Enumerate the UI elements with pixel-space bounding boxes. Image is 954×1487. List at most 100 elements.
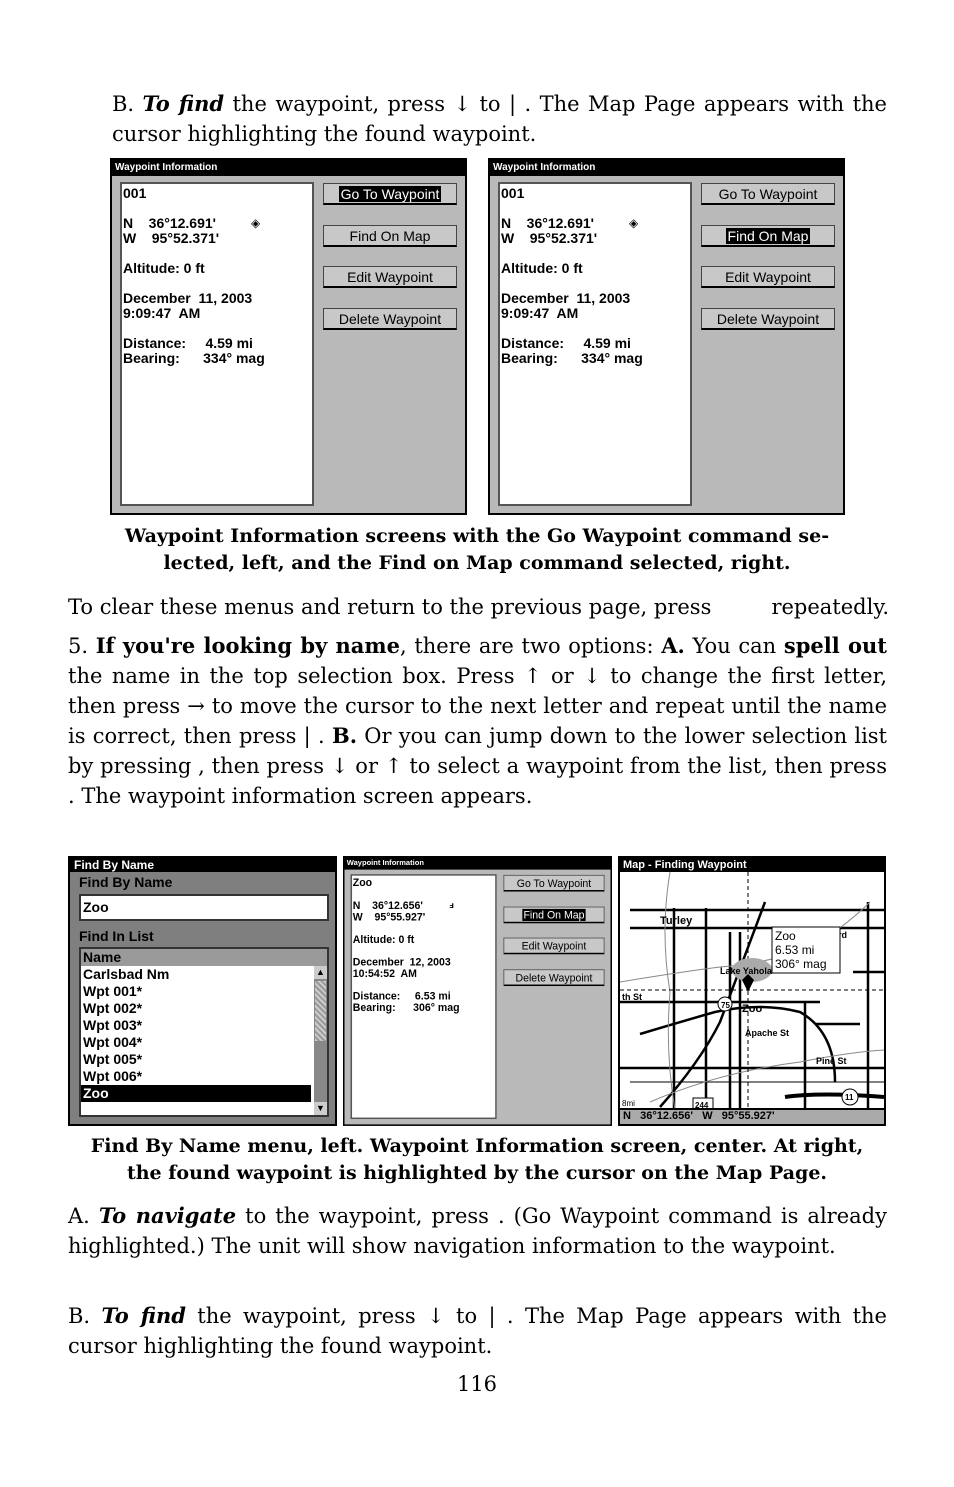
screen-title: Find By Name	[70, 858, 335, 872]
list-item[interactable]: Wpt 002*	[81, 1000, 311, 1017]
list-item[interactable]: Wpt 003*	[81, 1017, 311, 1034]
altitude: Altitude: 0 ft	[123, 260, 205, 276]
scrollbar[interactable]: ▲ ▼	[314, 966, 327, 1115]
page-number: 116	[456, 1372, 498, 1396]
status-lon: W 95°55.927'	[702, 1110, 775, 1122]
find-on-map-button[interactable]: Find On Map	[503, 906, 605, 923]
waypoint-details: Zoo N 36°12.656' ⅎ W 95°55.927' Altitude:…	[350, 874, 497, 1120]
text-run: |	[508, 92, 525, 116]
popup-line: Zoo	[775, 929, 796, 943]
button-label: Go To Waypoint	[718, 186, 818, 202]
figure-caption-2: Find By Name menu, left. Waypoint Inform…	[60, 1133, 894, 1187]
waypoint-info-screen-center-wrap: Waypoint Information Zoo N 36°12.656' ⅎ W…	[343, 856, 612, 1126]
text-run: To navigate	[98, 1203, 237, 1228]
find-by-name-screen: Find By Name Find By Name Zoo Find In Li…	[68, 856, 337, 1126]
find-on-map-button[interactable]: Find On Map	[323, 224, 457, 247]
screen-title: Map - Finding Waypoint	[620, 858, 884, 872]
delete-waypoint-button[interactable]: Delete Waypoint	[503, 969, 605, 986]
text-run: To clear these menus and return to the p…	[68, 595, 890, 619]
list-item[interactable]: Wpt 006*	[81, 1068, 311, 1085]
waypoint-list[interactable]: Name Carlsbad Nm Wpt 001* Wpt 002* Wpt 003*…	[79, 947, 329, 1117]
text-run: If you're looking by name	[95, 633, 400, 658]
text-run: B.	[68, 1304, 102, 1328]
text-run: A.	[661, 633, 685, 658]
scroll-thumb[interactable]	[315, 981, 326, 1041]
section-label: Find In List	[79, 928, 154, 944]
time: 9:09:47 AM	[501, 305, 579, 321]
distance: Distance: 4.59 mi	[123, 335, 253, 351]
go-to-waypoint-button[interactable]: Go To Waypoint	[503, 874, 605, 892]
map-canvas[interactable]: Turley Lake Yahola th St Zoo Apache St P…	[620, 872, 884, 1110]
waypoint-details: 001 N 36°12.691' ◈ W 95°52.371' Altitude:…	[120, 182, 314, 506]
highway-shield: 75	[721, 1001, 730, 1010]
date: December 11, 2003	[501, 290, 631, 306]
time: 9:09:47 AM	[123, 305, 201, 321]
top-paragraph: B. To find the waypoint, press ↓ to | . …	[112, 89, 887, 149]
caption-line: Find By Name menu, left. Waypoint Inform…	[90, 1135, 864, 1157]
waypoint-info-screen-center: Waypoint Information Zoo N 36°12.656' ⅎ W…	[343, 856, 612, 1126]
latitude: N 36°12.691'	[501, 215, 594, 231]
screen-title: Waypoint Information	[490, 160, 843, 176]
waypoint-info-screen-left: Waypoint Information 001 N 36°12.691' ◈ W…	[110, 158, 467, 515]
delete-waypoint-button[interactable]: Delete Waypoint	[323, 307, 457, 330]
altitude: Altitude: 0 ft	[352, 933, 415, 946]
highway-shield: 11	[845, 1093, 854, 1102]
text-run: A.	[68, 1204, 99, 1228]
longitude: W 95°55.927'	[352, 910, 426, 923]
button-label: Edit Waypoint	[347, 269, 433, 285]
bearing: Bearing: 334° mag	[123, 350, 265, 366]
figure-caption-1: Waypoint Information screens with the Go…	[60, 523, 894, 577]
name-input[interactable]: Zoo	[79, 894, 329, 921]
map-label: Turley	[660, 915, 693, 927]
scroll-down-icon[interactable]: ▼	[314, 1102, 327, 1115]
map-status-bar: N 36°12.656' W 95°55.927'	[620, 1108, 884, 1124]
go-to-waypoint-button[interactable]: Go To Waypoint	[701, 183, 835, 205]
text-run: the waypoint, press ↓ to	[224, 92, 509, 116]
waypoint-name: 001	[501, 185, 525, 201]
text-run: 5.	[68, 634, 96, 658]
text-run: To find	[142, 91, 225, 116]
list-item[interactable]: Wpt 001*	[81, 983, 311, 1000]
distance: Distance: 4.59 mi	[501, 335, 631, 351]
scroll-up-icon[interactable]: ▲	[314, 966, 327, 979]
list-item[interactable]: Zoo	[81, 1085, 311, 1102]
list-item[interactable]: Carlsbad Nm	[81, 966, 311, 983]
button-label: Find On Map	[521, 908, 586, 921]
step5-paragraph: 5. If you're looking by name, there are …	[68, 631, 887, 811]
date: December 11, 2003	[123, 290, 253, 306]
map-label: Apache St	[745, 1028, 789, 1038]
delete-waypoint-button[interactable]: Delete Waypoint	[701, 307, 835, 330]
edit-waypoint-button[interactable]: Edit Waypoint	[503, 937, 605, 955]
text-run: You can	[684, 634, 784, 658]
button-label: Delete Waypoint	[338, 310, 442, 327]
list-item[interactable]: Wpt 005*	[81, 1051, 311, 1068]
map-label: Zoo	[742, 1003, 762, 1015]
popup-line: 306° mag	[775, 957, 827, 971]
b-paragraph: B. To find the waypoint, press ↓ to | . …	[68, 1301, 887, 1361]
waypoint-name: Zoo	[352, 876, 373, 889]
caption-line: the found waypoint is highlighted by the…	[126, 1162, 828, 1184]
text-run: To find	[101, 1303, 186, 1328]
manual-page: B. To find the waypoint, press ↓ to | . …	[0, 0, 954, 1487]
find-on-map-button[interactable]: Find On Map	[701, 224, 835, 247]
go-to-waypoint-button[interactable]: Go To Waypoint	[323, 183, 457, 205]
button-label: Delete Waypoint	[716, 310, 820, 327]
button-label: Edit Waypoint	[521, 939, 587, 953]
list-item[interactable]: Wpt 004*	[81, 1034, 311, 1051]
map-label: th St	[622, 992, 642, 1002]
altitude: Altitude: 0 ft	[501, 260, 583, 276]
button-label: Find On Map	[349, 227, 431, 244]
a-paragraph: A. To navigate to the waypoint, press . …	[68, 1201, 887, 1261]
edit-waypoint-button[interactable]: Edit Waypoint	[323, 266, 457, 288]
caption-line: Waypoint Information screens with the Go…	[124, 525, 830, 547]
diamond-waypoint-icon: ◈	[251, 216, 261, 230]
latitude: N 36°12.691'	[123, 215, 216, 231]
button-label: Go To Waypoint	[338, 186, 442, 202]
edit-waypoint-button[interactable]: Edit Waypoint	[701, 266, 835, 288]
map-label: Pine St	[816, 1056, 847, 1066]
status-lat: N 36°12.656'	[623, 1110, 694, 1122]
button-label: Edit Waypoint	[725, 269, 811, 285]
bearing: Bearing: 306° mag	[352, 1001, 460, 1014]
waypoint-name: 001	[123, 185, 147, 201]
latitude: N 36°12.656'	[352, 899, 423, 912]
